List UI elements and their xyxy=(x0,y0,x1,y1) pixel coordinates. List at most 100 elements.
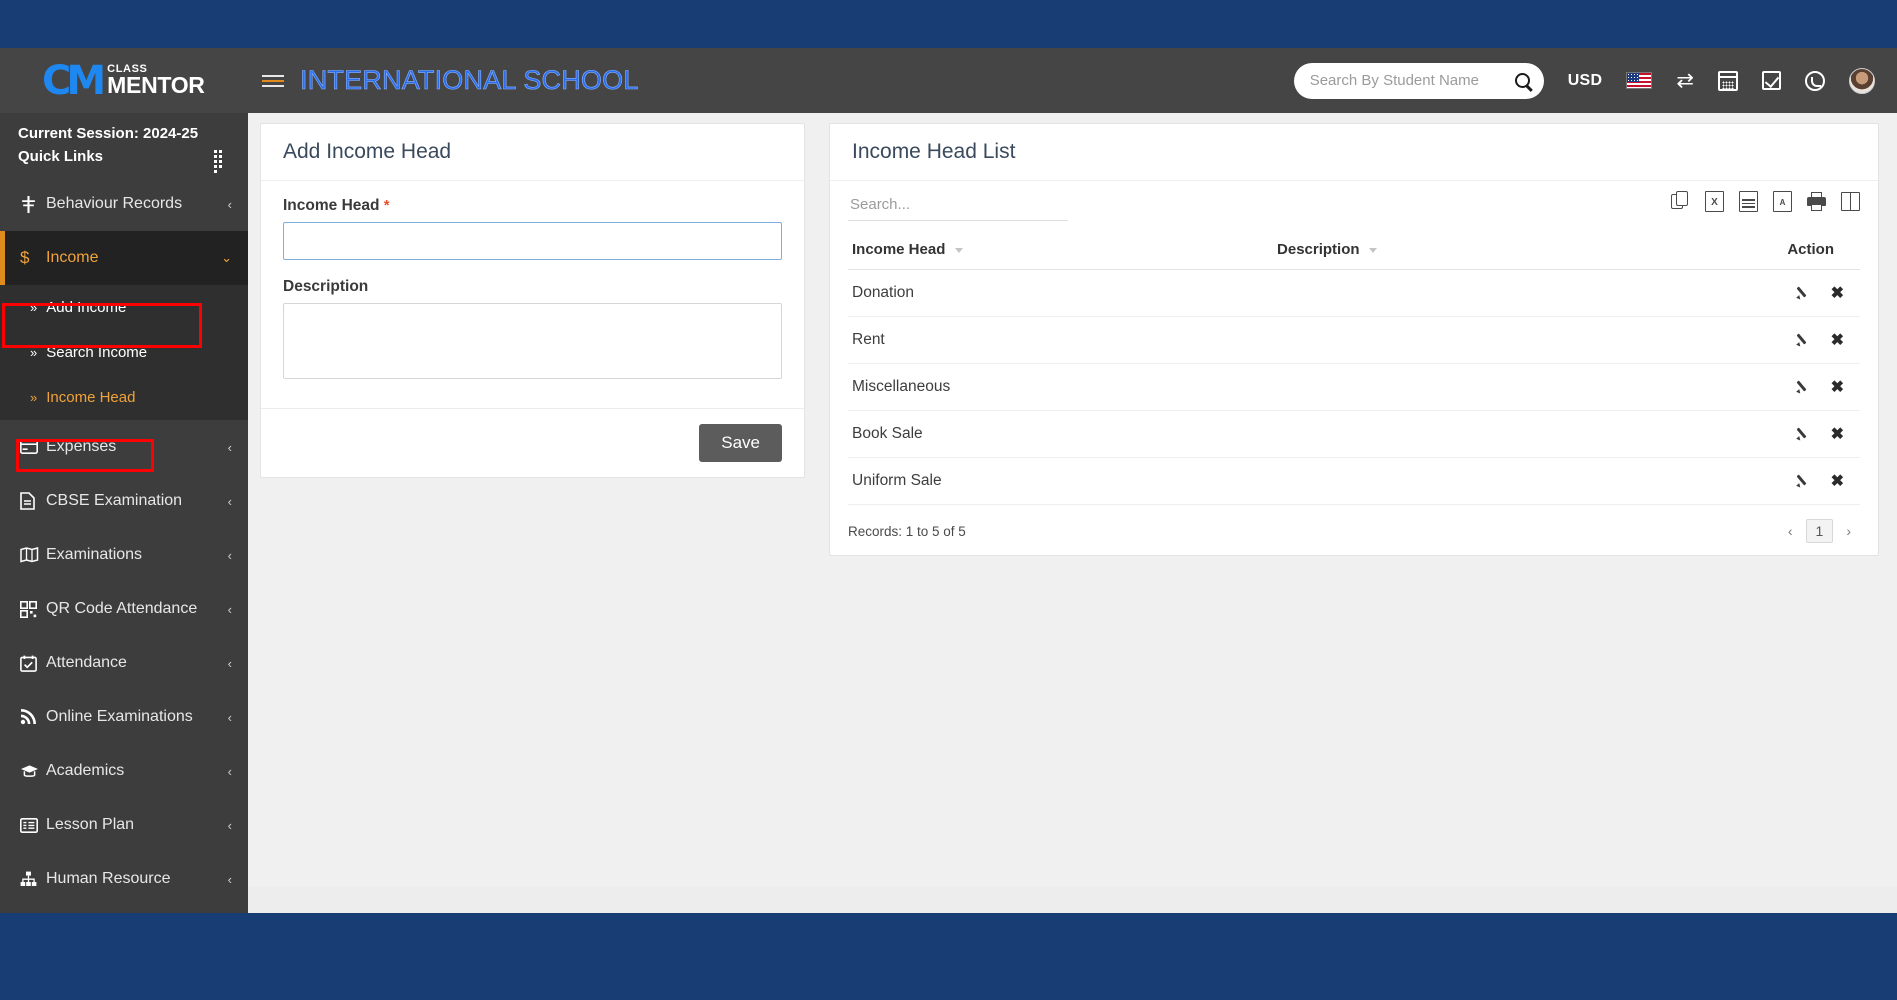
required-asterisk: * xyxy=(383,197,390,214)
chevron-left-icon: ‹ xyxy=(227,655,232,671)
pagination-next[interactable]: › xyxy=(1837,520,1860,542)
cell-action: ✖ xyxy=(1677,316,1860,364)
cell-action: ✖ xyxy=(1677,363,1860,411)
table-row[interactable]: Rent ✖ xyxy=(848,316,1860,364)
card-title-list: Income Head List xyxy=(830,124,1878,181)
credit-card-icon xyxy=(20,440,46,454)
table-footer: Records: 1 to 5 of 5 ‹ 1 › xyxy=(848,519,1860,543)
cell-income-head: Rent xyxy=(848,316,1274,364)
table-row[interactable]: Donation ✖ xyxy=(848,269,1860,317)
app-window: CM CLASS MENTOR Current Session: 2024-25… xyxy=(0,48,1897,913)
copy-icon[interactable] xyxy=(1671,191,1690,212)
student-search-box[interactable] xyxy=(1293,62,1544,99)
close-icon[interactable]: ✖ xyxy=(1831,424,1844,444)
sidebar-subitem-add-income[interactable]: » Add Income xyxy=(0,285,248,330)
chevron-double-right-icon: » xyxy=(30,300,38,315)
income-head-input[interactable] xyxy=(283,222,782,260)
sidebar-item-lesson-plan[interactable]: Lesson Plan ‹ xyxy=(0,798,248,852)
save-button[interactable]: Save xyxy=(699,424,782,462)
chevron-left-icon: ‹ xyxy=(227,709,232,725)
cell-income-head: Miscellaneous xyxy=(848,363,1274,411)
sidebar-item-cbse-examination[interactable]: CBSE Examination ‹ xyxy=(0,474,248,528)
sidebar-item-online-examinations[interactable]: Online Examinations ‹ xyxy=(0,690,248,744)
card-title-add: Add Income Head xyxy=(261,124,804,181)
sidebar-item-attendance[interactable]: Attendance ‹ xyxy=(0,636,248,690)
records-count: Records: 1 to 5 of 5 xyxy=(848,523,966,539)
pencil-icon[interactable] xyxy=(1796,380,1810,394)
cell-action: ✖ xyxy=(1677,457,1860,505)
chevron-left-icon: ‹ xyxy=(227,547,232,563)
cell-description xyxy=(1273,269,1678,317)
cell-action: ✖ xyxy=(1677,410,1860,458)
chevron-left-icon: ‹ xyxy=(227,871,232,887)
main-column: INTERNATIONAL SCHOOL USD ⇄ Add Income He… xyxy=(248,48,1897,913)
chevron-left-icon: ‹ xyxy=(227,493,232,509)
avatar[interactable] xyxy=(1849,67,1875,94)
sidebar-label: Behaviour Records xyxy=(46,195,183,212)
pencil-icon[interactable] xyxy=(1796,427,1810,441)
sidebar-item-qr-code-attendance[interactable]: QR Code Attendance ‹ xyxy=(0,582,248,636)
topbar-actions: USD ⇄ xyxy=(1293,62,1875,99)
sidebar-item-human-resource[interactable]: Human Resource ‹ xyxy=(0,852,248,906)
content-area: Add Income Head Income Head * Descriptio… xyxy=(248,113,1897,887)
sidebar-menu: Behaviour Records ‹ $ Income ⌄ » Add Inc… xyxy=(0,177,248,906)
close-icon[interactable]: ✖ xyxy=(1831,377,1844,397)
income-submenu: » Add Income » Search Income » Income He… xyxy=(0,285,248,420)
sidebar-label: Lesson Plan xyxy=(46,816,135,833)
sidebar-label: CBSE Examination xyxy=(46,492,183,509)
page-title: INTERNATIONAL SCHOOL xyxy=(300,65,639,96)
table-row[interactable]: Uniform Sale ✖ xyxy=(848,457,1860,505)
pencil-icon[interactable] xyxy=(1796,333,1810,347)
table-header: Income Head Description Action xyxy=(848,235,1860,270)
form-footer: Save xyxy=(261,408,804,477)
column-income-head[interactable]: Income Head xyxy=(848,235,1274,270)
pagination-page-1[interactable]: 1 xyxy=(1805,519,1834,543)
table-row[interactable]: Miscellaneous ✖ xyxy=(848,363,1860,411)
close-icon[interactable]: ✖ xyxy=(1831,330,1844,350)
sidebar-item-expenses[interactable]: Expenses ‹ xyxy=(0,420,248,474)
sidebar-item-behaviour-records[interactable]: Behaviour Records ‹ xyxy=(0,177,248,231)
calendar-icon[interactable] xyxy=(1718,70,1738,91)
hamburger-icon[interactable] xyxy=(262,74,284,87)
exchange-icon[interactable]: ⇄ xyxy=(1676,70,1694,91)
quick-links-row[interactable]: Quick Links xyxy=(0,144,248,177)
excel-icon[interactable]: X xyxy=(1705,191,1724,212)
sidebar-item-income[interactable]: $ Income ⌄ xyxy=(0,231,248,285)
currency-label[interactable]: USD xyxy=(1568,72,1603,90)
column-visibility-icon[interactable] xyxy=(1841,191,1860,212)
checkbox-icon[interactable] xyxy=(1762,71,1781,90)
income-head-label-text: Income Head xyxy=(283,197,380,214)
table-search-input[interactable] xyxy=(848,191,1068,221)
pagination-prev[interactable]: ‹ xyxy=(1779,520,1802,542)
sidebar-label: QR Code Attendance xyxy=(46,600,198,617)
print-icon[interactable] xyxy=(1807,191,1826,212)
dollar-icon: $ xyxy=(20,248,30,267)
cell-description xyxy=(1273,316,1678,364)
column-description[interactable]: Description xyxy=(1273,235,1678,270)
table-row[interactable]: Book Sale ✖ xyxy=(848,410,1860,458)
pencil-icon[interactable] xyxy=(1796,474,1810,488)
cell-description xyxy=(1273,457,1678,505)
description-textarea[interactable] xyxy=(283,303,782,379)
csv-icon[interactable] xyxy=(1739,191,1758,212)
brand-logo[interactable]: CM CLASS MENTOR xyxy=(0,48,248,113)
behaviour-icon xyxy=(20,195,46,213)
book-icon xyxy=(20,547,46,563)
us-flag-icon[interactable] xyxy=(1626,72,1653,89)
rss-icon xyxy=(20,709,46,725)
pencil-icon[interactable] xyxy=(1796,286,1810,300)
cell-description xyxy=(1273,410,1678,458)
income-head-list-card: Income Head List X A xyxy=(829,123,1879,556)
close-icon[interactable]: ✖ xyxy=(1831,283,1844,303)
pdf-icon[interactable]: A xyxy=(1773,191,1792,212)
whatsapp-icon[interactable] xyxy=(1805,70,1825,91)
search-input[interactable] xyxy=(1309,72,1509,89)
sidebar-sublabel: Income Head xyxy=(46,389,136,406)
sidebar-subitem-income-head[interactable]: » Income Head xyxy=(0,375,248,420)
sidebar-item-academics[interactable]: Academics ‹ xyxy=(0,744,248,798)
close-icon[interactable]: ✖ xyxy=(1831,471,1844,491)
search-icon[interactable] xyxy=(1514,73,1530,88)
sidebar-subitem-search-income[interactable]: » Search Income xyxy=(0,330,248,375)
sidebar-item-examinations[interactable]: Examinations ‹ xyxy=(0,528,248,582)
column-label: Income Head xyxy=(852,241,946,258)
